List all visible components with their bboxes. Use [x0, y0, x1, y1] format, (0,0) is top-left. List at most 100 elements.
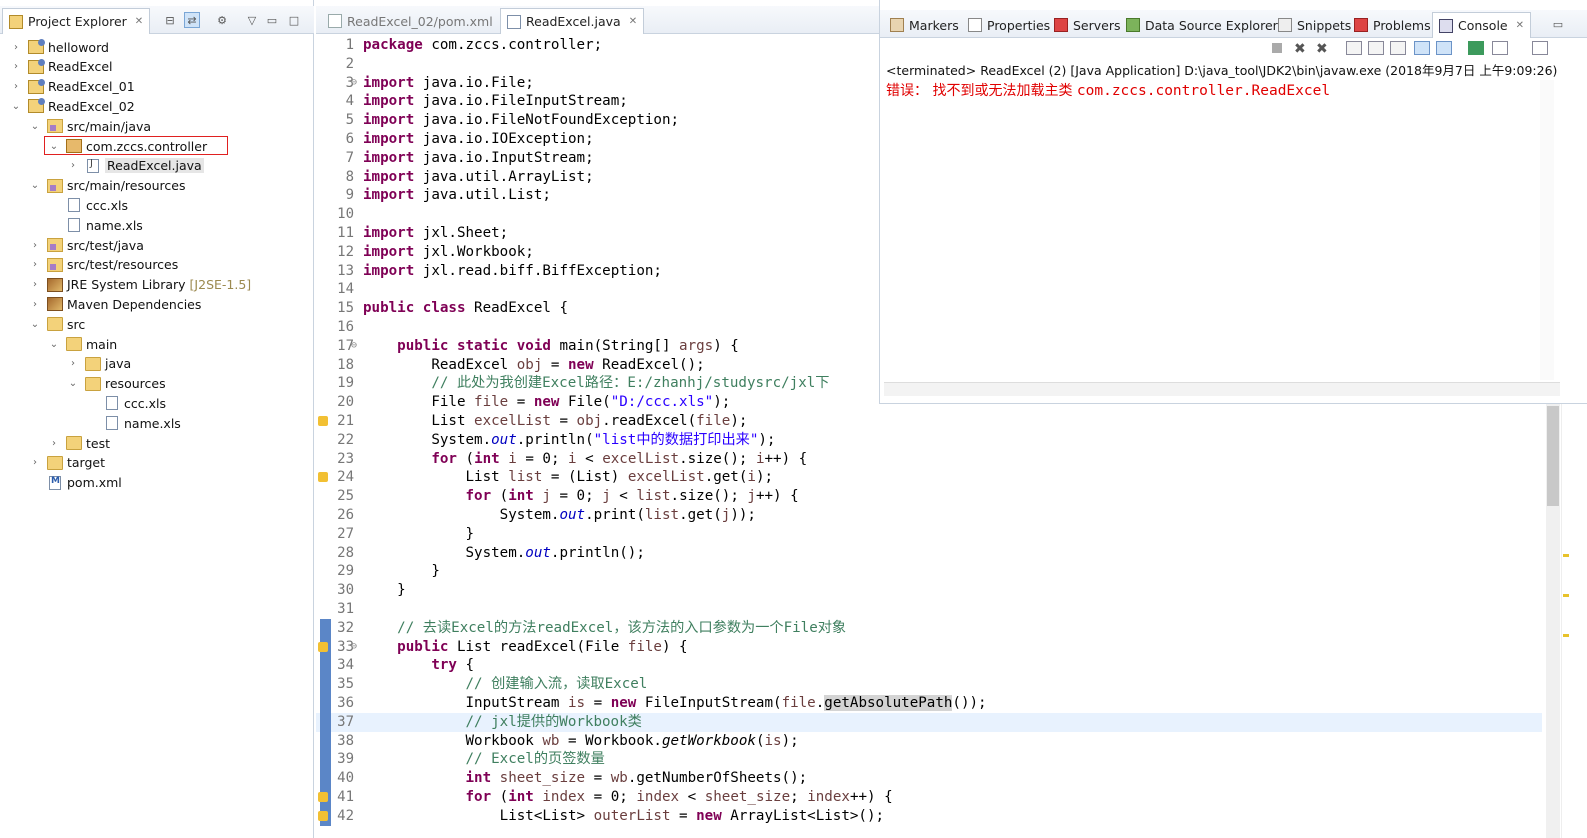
tab-problems[interactable]: Problems	[1348, 12, 1437, 38]
code-line[interactable]: 23 for (int i = 0; i < excelList.size();…	[316, 450, 1542, 469]
code-line[interactable]: 40 int sheet_size = wb.getNumberOfSheets…	[316, 769, 1542, 788]
tab-project-explorer[interactable]: Project Explorer ✕	[2, 8, 151, 34]
maximize-icon[interactable]: □	[286, 12, 302, 28]
expanded-twisty-icon[interactable]: ⌄	[48, 339, 60, 350]
link-with-editor-icon[interactable]: ⇄	[184, 12, 200, 28]
pin-console-icon[interactable]	[1468, 41, 1484, 55]
collapsed-twisty-icon[interactable]: ›	[29, 259, 41, 270]
code-line[interactable]: 35 // 创建输入流，读取Excel	[316, 675, 1542, 694]
tree-item[interactable]: ⌄ src	[29, 314, 85, 334]
tree-item[interactable]: ⌄ ReadExcel_02	[10, 96, 135, 116]
code-line[interactable]: 29 }	[316, 562, 1542, 581]
tab-readexcel-java[interactable]: ReadExcel.java ✕	[500, 8, 645, 34]
close-icon[interactable]: ✕	[629, 16, 637, 27]
fold-toggle-icon[interactable]: ⊖	[351, 337, 357, 356]
minimize-icon[interactable]: ▭	[264, 12, 280, 28]
tab-console[interactable]: Console ✕	[1432, 12, 1532, 38]
scrollbar-thumb[interactable]	[1547, 406, 1559, 506]
expanded-twisty-icon[interactable]: ⌄	[67, 378, 79, 389]
collapsed-twisty-icon[interactable]: ›	[67, 160, 79, 171]
minimize-icon[interactable]: ▭	[1550, 16, 1566, 32]
tree-item[interactable]: › ReadExcel	[10, 57, 113, 77]
console-vertical-scrollbar[interactable]	[1540, 80, 1554, 380]
show-on-stderr-icon[interactable]	[1436, 41, 1452, 55]
collapsed-twisty-icon[interactable]: ›	[29, 240, 41, 251]
code-line[interactable]: 27 }	[316, 525, 1542, 544]
tree-item[interactable]: › ReadExcel.java	[67, 156, 204, 176]
tree-item[interactable]: ⌄ src/main/resources	[29, 176, 186, 196]
code-line[interactable]: 36 InputStream is = new FileInputStream(…	[316, 694, 1542, 713]
console-horizontal-scrollbar[interactable]	[884, 382, 1560, 396]
tree-item[interactable]: › Maven Dependencies	[29, 294, 201, 314]
tree-item[interactable]: ⌄ main	[48, 334, 117, 354]
tree-item[interactable]: › src/test/java	[29, 235, 144, 255]
clear-console-icon[interactable]	[1346, 41, 1362, 55]
tree-item[interactable]: › ReadExcel_01	[10, 77, 135, 97]
collapsed-twisty-icon[interactable]: ›	[29, 299, 41, 310]
code-line[interactable]: 33 ⊖ public List readExcel(File file) {	[316, 637, 1542, 657]
tab-pom-xml[interactable]: ReadExcel_02/pom.xml	[322, 8, 499, 34]
editor-vertical-scrollbar[interactable]	[1546, 404, 1560, 838]
collapsed-twisty-icon[interactable]: ›	[29, 279, 41, 290]
code-line[interactable]: 31	[316, 600, 1542, 619]
code-line[interactable]: 21 List excelList = obj.readExcel(file);	[316, 412, 1542, 431]
tab-servers[interactable]: Servers	[1048, 12, 1127, 38]
code-line[interactable]: 42 List<List> outerList = new ArrayList<…	[316, 806, 1542, 826]
tree-item[interactable]: name.xls	[48, 215, 143, 235]
code-line[interactable]: 25 for (int j = 0; j < list.size(); j++)…	[316, 487, 1542, 506]
scroll-lock-icon[interactable]	[1368, 41, 1384, 55]
code-line[interactable]: 22 System.out.println("list中的数据打印出来");	[316, 431, 1542, 450]
filter-icon[interactable]: ⚙	[214, 12, 230, 28]
tree-item[interactable]: › test	[48, 433, 110, 453]
tree-item[interactable]: name.xls	[86, 413, 181, 433]
collapsed-twisty-icon[interactable]: ›	[10, 42, 22, 53]
collapsed-twisty-icon[interactable]: ›	[29, 457, 41, 468]
open-console-icon[interactable]	[1532, 41, 1548, 55]
collapsed-twisty-icon[interactable]: ›	[10, 61, 22, 72]
code-line[interactable]: 26 System.out.print(list.get(j));	[316, 506, 1542, 525]
expanded-twisty-icon[interactable]: ⌄	[29, 319, 41, 330]
tab-snippets[interactable]: Snippets	[1272, 12, 1357, 38]
code-line[interactable]: 37 // jxl提供的Workbook类	[316, 712, 1542, 732]
tree-item[interactable]: › JRE System Library [J2SE-1.5]	[29, 275, 251, 295]
close-icon[interactable]: ✕	[1516, 20, 1524, 31]
tree-item[interactable]: › target	[29, 453, 105, 473]
tab-data-source-explorer[interactable]: Data Source Explorer	[1120, 12, 1284, 38]
expanded-twisty-icon[interactable]: ⌄	[29, 121, 41, 132]
code-line[interactable]: 28 System.out.println();	[316, 544, 1542, 563]
code-line[interactable]: 41 for (int index = 0; index < sheet_siz…	[316, 788, 1542, 807]
fold-toggle-icon[interactable]: ⊖	[351, 638, 357, 657]
warning-marker[interactable]	[1563, 554, 1569, 557]
tree-item[interactable]: › java	[67, 354, 131, 374]
expanded-twisty-icon[interactable]: ⌄	[10, 101, 22, 112]
code-line[interactable]: 32 // 去读Excel的方法readExcel，该方法的入口参数为一个Fil…	[316, 618, 1542, 638]
code-line[interactable]: 39 // Excel的页签数量	[316, 750, 1542, 770]
collapsed-twisty-icon[interactable]: ›	[48, 438, 60, 449]
expanded-twisty-icon[interactable]: ⌄	[29, 180, 41, 191]
tab-markers[interactable]: Markers	[884, 12, 965, 38]
tree-item[interactable]: › helloword	[10, 37, 109, 57]
tree-item[interactable]: ccc.xls	[86, 393, 166, 413]
code-line[interactable]: 34 try {	[316, 656, 1542, 676]
display-console-icon[interactable]	[1492, 41, 1508, 55]
view-menu-icon[interactable]: ▽	[244, 12, 260, 28]
collapsed-twisty-icon[interactable]: ›	[10, 81, 22, 92]
code-line[interactable]: 24 List list = (List) excelList.get(i);	[316, 468, 1542, 487]
terminate-icon[interactable]	[1272, 43, 1282, 53]
code-line[interactable]: 38 Workbook wb = Workbook.getWorkbook(is…	[316, 731, 1542, 751]
show-on-stdout-icon[interactable]	[1414, 41, 1430, 55]
warning-marker[interactable]	[1563, 634, 1569, 637]
tab-properties[interactable]: Properties	[962, 12, 1056, 38]
remove-all-icon[interactable]: ✖	[1316, 41, 1332, 57]
tree-item[interactable]: ⌄ src/main/java	[29, 116, 151, 136]
tree-item[interactable]: ccc.xls	[48, 195, 128, 215]
code-line[interactable]: 30 }	[316, 581, 1542, 600]
close-icon[interactable]: ✕	[135, 16, 143, 27]
warning-marker[interactable]	[1563, 594, 1569, 597]
remove-launch-icon[interactable]: ✖	[1294, 41, 1310, 57]
word-wrap-icon[interactable]	[1390, 41, 1406, 55]
tree-item[interactable]: ⌄ resources	[67, 374, 166, 394]
collapse-all-icon[interactable]: ⊟	[162, 12, 178, 28]
tree-item[interactable]: pom.xml	[29, 473, 122, 493]
collapsed-twisty-icon[interactable]: ›	[67, 358, 79, 369]
